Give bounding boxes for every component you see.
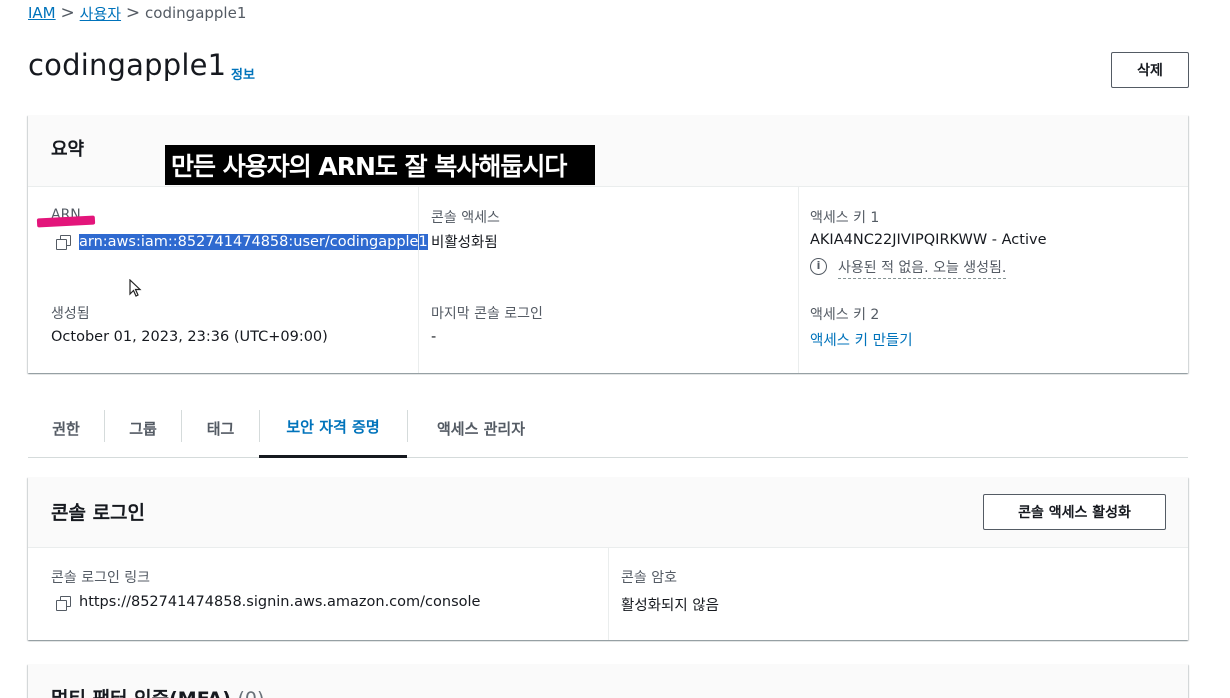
- last-console-login-label: 마지막 콘솔 로그인: [431, 306, 543, 322]
- breadcrumb-users-link[interactable]: 사용자: [80, 3, 121, 24]
- console-access-label: 콘솔 액세스: [431, 210, 500, 226]
- console-password-label: 콘솔 암호: [621, 570, 677, 586]
- mfa-panel: 멀티 팩터 인증(MFA) (0): [28, 664, 1188, 698]
- delete-button[interactable]: 삭제: [1111, 52, 1189, 88]
- chevron-right-icon: >: [60, 3, 75, 23]
- highlight-marker: [36, 215, 96, 228]
- summary-column-console: 콘솔 액세스 비활성화됨 마지막 콘솔 로그인 -: [418, 187, 798, 373]
- created-label: 생성됨: [51, 306, 90, 322]
- access-key-2-label: 액세스 키 2: [810, 307, 880, 323]
- mfa-title: 멀티 팩터 인증(MFA) (0): [51, 684, 264, 698]
- console-login-title: 콘솔 로그인: [51, 502, 146, 524]
- mfa-header: 멀티 팩터 인증(MFA) (0): [28, 664, 1188, 698]
- access-key-1-value: AKIA4NC22JIVIPQIRKWW - Active: [810, 232, 1047, 248]
- arn-value[interactable]: arn:aws:iam::852741474858:user/codingapp…: [79, 231, 428, 254]
- console-password-column: 콘솔 암호 활성화되지 않음: [608, 548, 1188, 640]
- tab-security-credentials[interactable]: 보안 자격 증명: [259, 398, 407, 458]
- access-key-1-label: 액세스 키 1: [810, 210, 880, 226]
- summary-column-arn: ARN arn:aws:iam::852741474858:user/codin…: [28, 187, 428, 373]
- summary-title: 요약: [51, 139, 85, 160]
- console-access-value: 비활성화됨: [431, 235, 498, 251]
- info-circle-icon: i: [810, 258, 827, 275]
- console-login-link-column: 콘솔 로그인 링크 https://852741474858.signin.aw…: [28, 548, 608, 640]
- create-access-key-link[interactable]: 액세스 키 만들기: [810, 329, 913, 350]
- console-login-panel: 콘솔 로그인 콘솔 액세스 활성화 콘솔 로그인 링크 https://8527…: [28, 477, 1188, 640]
- copy-icon[interactable]: [56, 596, 72, 612]
- arn-selected-text: arn:aws:iam::852741474858:user/codingapp…: [79, 234, 428, 250]
- console-password-value: 활성화되지 않음: [621, 598, 719, 614]
- console-login-link-label: 콘솔 로그인 링크: [51, 570, 151, 586]
- copy-icon[interactable]: [56, 235, 72, 251]
- breadcrumb-current: codingapple1: [145, 4, 247, 22]
- chevron-right-icon: >: [125, 3, 141, 23]
- console-login-header: 콘솔 로그인 콘솔 액세스 활성화: [28, 477, 1188, 548]
- access-key-1-note[interactable]: 사용된 적 없음. 오늘 생성됨.: [838, 257, 1007, 279]
- tab-access-advisor[interactable]: 액세스 관리자: [408, 398, 554, 458]
- breadcrumb: IAM > 사용자 > codingapple1: [28, 2, 246, 24]
- tab-groups[interactable]: 그룹: [105, 398, 181, 458]
- info-link[interactable]: 정보: [231, 64, 255, 83]
- mfa-title-text: 멀티 팩터 인증(MFA): [51, 688, 231, 698]
- page-title: codingapple1: [28, 48, 227, 82]
- last-console-login-value: -: [431, 329, 437, 345]
- caption-overlay: 만든 사용자의 ARN도 잘 복사해둡시다: [165, 145, 595, 185]
- tab-permissions[interactable]: 권한: [28, 398, 104, 458]
- tab-tags[interactable]: 태그: [182, 398, 259, 458]
- breadcrumb-iam-link[interactable]: IAM: [28, 4, 56, 22]
- mfa-count: (0): [238, 688, 265, 698]
- tab-bar: 권한 그룹 태그 보안 자격 증명 액세스 관리자: [28, 398, 1188, 458]
- console-login-link-value: https://852741474858.signin.aws.amazon.c…: [79, 594, 481, 610]
- enable-console-access-button[interactable]: 콘솔 액세스 활성화: [983, 494, 1166, 530]
- created-value: October 01, 2023, 23:36 (UTC+09:00): [51, 329, 328, 345]
- summary-column-access-keys: 액세스 키 1 AKIA4NC22JIVIPQIRKWW - Active i …: [798, 187, 1188, 373]
- mouse-cursor-icon: [129, 279, 142, 297]
